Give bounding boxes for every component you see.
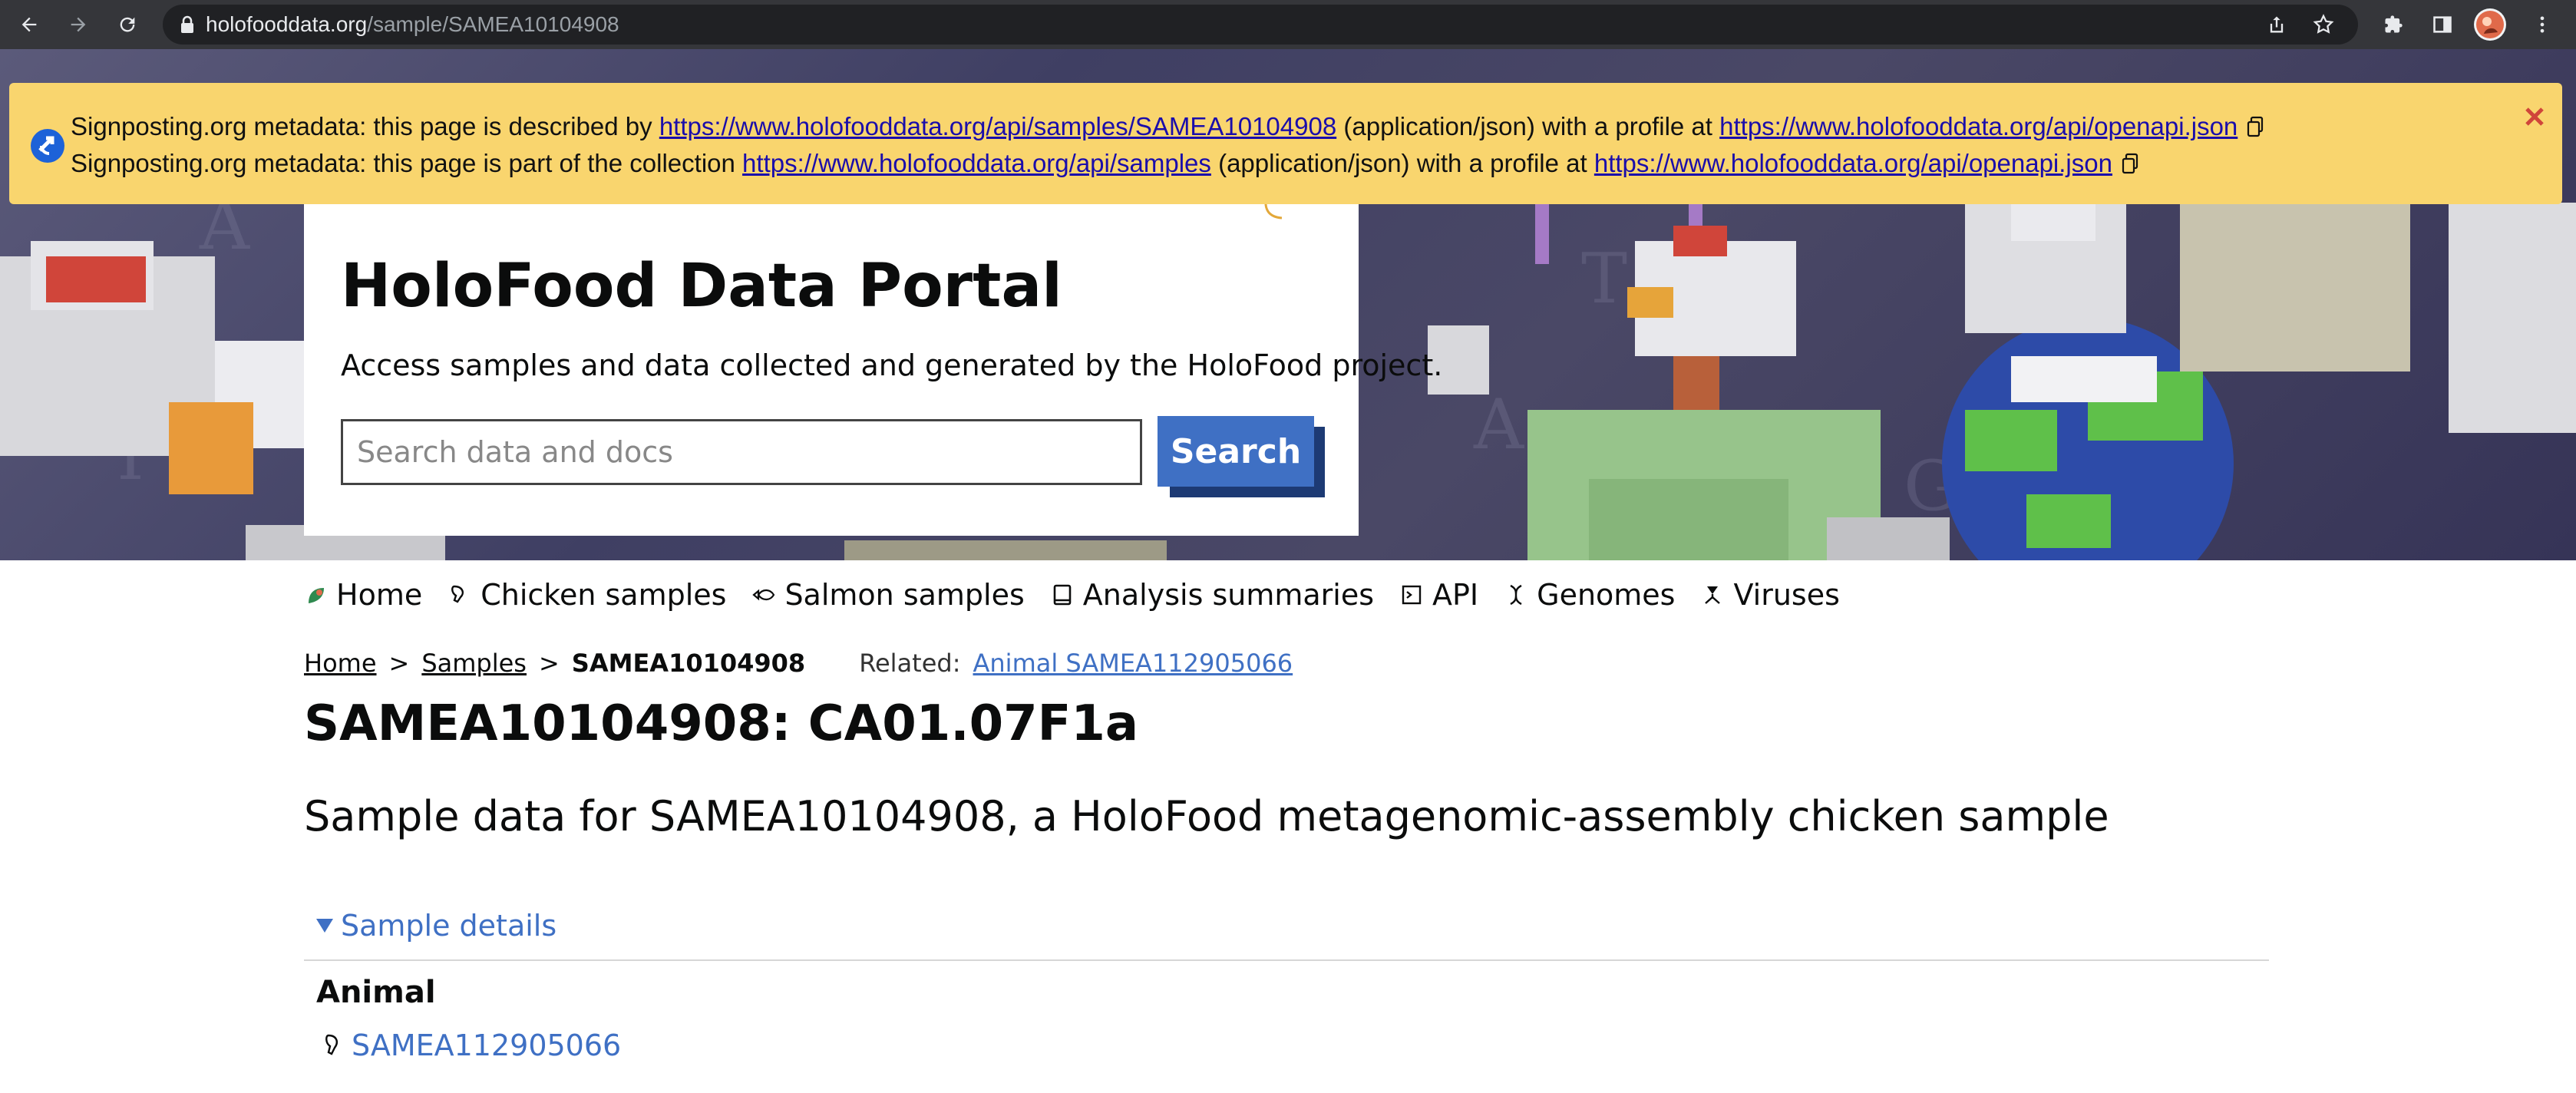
- copy-icon[interactable]: [2122, 153, 2138, 174]
- nav-label: Home: [336, 578, 423, 612]
- reload-icon[interactable]: [111, 8, 144, 41]
- breadcrumb: Home > Samples > SAMEA10104908 Related: …: [304, 646, 1293, 680]
- extensions-icon[interactable]: [2376, 8, 2410, 41]
- signposting-text: (application/json) with a profile at: [1218, 149, 1587, 177]
- signposting-text: Signposting.org metadata: this page is p…: [71, 149, 735, 177]
- avatar[interactable]: [2473, 8, 2507, 41]
- main-nav: Home Chicken samples Salmon samples Anal…: [304, 576, 1866, 614]
- url-host: holofooddata.org: [206, 12, 368, 36]
- animal-sample-link[interactable]: SAMEA112905066: [322, 1029, 621, 1062]
- browser-toolbar: holofooddata.org/sample/SAMEA10104908: [0, 0, 2576, 49]
- lock-icon: [181, 15, 193, 33]
- nav-label: Analysis summaries: [1082, 578, 1374, 612]
- describedby-link[interactable]: https://www.holofooddata.org/api/samples…: [659, 112, 1336, 141]
- nav-item-analysis-summaries[interactable]: Analysis summaries: [1051, 578, 1374, 612]
- bookmark-star-icon[interactable]: [2312, 13, 2335, 36]
- signposting-line-collection: Signposting.org metadata: this page is p…: [71, 149, 2138, 178]
- sample-details-label: Sample details: [341, 909, 557, 943]
- nav-item-home[interactable]: Home: [304, 578, 422, 612]
- nav-item-salmon-samples[interactable]: Salmon samples: [752, 578, 1025, 612]
- nav-item-viruses[interactable]: Viruses: [1701, 578, 1840, 612]
- animal-sample-id: SAMEA112905066: [352, 1029, 622, 1062]
- svg-text:T: T: [1581, 239, 1627, 319]
- terminal-icon: [1402, 585, 1422, 605]
- nav-label: Chicken samples: [481, 578, 727, 612]
- profile-link[interactable]: https://www.holofooddata.org/api/openapi…: [1594, 149, 2112, 178]
- search-button[interactable]: Search: [1158, 416, 1314, 487]
- nav-label: API: [1432, 578, 1479, 612]
- nav-item-chicken-samples[interactable]: Chicken samples: [448, 578, 726, 612]
- close-icon[interactable]: [2518, 100, 2551, 134]
- chicken-leg-icon: [325, 1034, 338, 1055]
- page-subtitle: Sample data for SAMEA10104908, a HoloFoo…: [304, 792, 2109, 840]
- breadcrumb-samples-link[interactable]: Samples: [421, 649, 527, 678]
- breadcrumb-separator: >: [538, 649, 560, 678]
- search-input[interactable]: [341, 419, 1142, 485]
- portal-subtitle: Access samples and data collected and ge…: [341, 348, 1443, 382]
- chicken-leg-icon: [451, 585, 464, 603]
- copy-icon[interactable]: [2247, 116, 2264, 137]
- hero-card: HoloFood Data Portal Access samples and …: [304, 187, 1442, 536]
- signposting-banner: Signposting.org metadata: this page is d…: [9, 83, 2562, 204]
- address-bar[interactable]: holofooddata.org/sample/SAMEA10104908: [163, 5, 2358, 45]
- dna-icon: [1510, 584, 1522, 606]
- signposting-text: (application/json) with a profile at: [1343, 112, 1712, 140]
- breadcrumb-home-link[interactable]: Home: [304, 649, 377, 678]
- side-panel-icon[interactable]: [2426, 8, 2459, 41]
- portal-title: HoloFood Data Portal: [341, 252, 1062, 321]
- related-label: Related:: [859, 649, 961, 678]
- triangle-down-icon: [316, 919, 333, 933]
- virus-icon: [1705, 586, 1721, 604]
- nav-item-api[interactable]: API: [1400, 578, 1478, 612]
- forward-icon[interactable]: [61, 8, 95, 41]
- nav-label: Viruses: [1733, 578, 1840, 612]
- signposting-line-describedby: Signposting.org metadata: this page is d…: [71, 112, 2264, 141]
- url-path: /sample/SAMEA10104908: [367, 12, 619, 36]
- related-animal-link[interactable]: Animal SAMEA112905066: [973, 649, 1293, 678]
- leaf-icon: [309, 588, 324, 603]
- animal-heading: Animal: [316, 975, 436, 1010]
- profile-link[interactable]: https://www.holofooddata.org/api/openapi…: [1719, 112, 2237, 141]
- svg-text:A: A: [1473, 385, 1524, 465]
- breadcrumb-separator: >: [388, 649, 410, 678]
- menu-kebab-icon[interactable]: [2525, 8, 2559, 41]
- back-icon[interactable]: [12, 8, 46, 41]
- book-icon: [1053, 584, 1072, 606]
- nav-label: Salmon samples: [784, 578, 1025, 612]
- sample-details-toggle[interactable]: Sample details: [315, 909, 556, 943]
- page-title: SAMEA10104908: CA01.07F1a: [304, 695, 1139, 752]
- signposting-icon: [31, 129, 64, 163]
- share-icon[interactable]: [2266, 14, 2287, 35]
- collection-link[interactable]: https://www.holofooddata.org/api/samples: [742, 149, 1211, 178]
- nav-item-genomes[interactable]: Genomes: [1504, 578, 1675, 612]
- breadcrumb-current: SAMEA10104908: [571, 649, 806, 678]
- signposting-text: Signposting.org metadata: this page is d…: [71, 112, 652, 140]
- divider: [304, 959, 2269, 961]
- nav-label: Genomes: [1537, 578, 1676, 612]
- fish-icon: [752, 589, 775, 601]
